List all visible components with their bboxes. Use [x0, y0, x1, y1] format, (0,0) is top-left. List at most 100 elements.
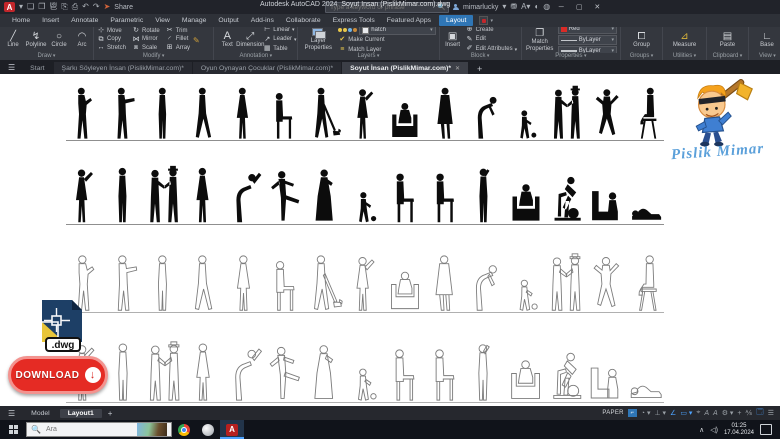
table-tool[interactable]: ▦Table — [263, 45, 296, 53]
match-properties-tool[interactable]: ❐Match Properties — [525, 28, 555, 52]
panel-block-label[interactable]: Block — [440, 53, 521, 60]
object-color-dropdown[interactable]: Red ▾ — [558, 27, 617, 34]
array-tool[interactable]: ⊞Array — [166, 44, 190, 53]
new-layout-button[interactable]: + — [102, 409, 119, 418]
edit-block-tool[interactable]: ✎Edit — [466, 36, 518, 45]
layer-plot-icon[interactable] — [353, 28, 357, 32]
make-current-tool[interactable]: ✔Make Current — [338, 36, 435, 45]
match-layer-tool[interactable]: ≡Match Layer — [338, 46, 435, 53]
layer-freeze-icon[interactable] — [343, 28, 347, 32]
create-block-tool[interactable]: ⊕Create — [466, 27, 518, 35]
rotate-tool[interactable]: ↻Rotate — [132, 27, 160, 36]
search-highlight-thumbnail[interactable] — [137, 423, 167, 436]
polyline-tool[interactable]: ↯Polyline — [26, 31, 46, 49]
file-tab-ark-s-yleyen-i-nsan-pislikmimar-com[interactable]: Şarkı Söyleyen İnsan (PislikMimar.com)* — [54, 62, 192, 74]
model-paper-toggle[interactable]: ⌐ — [628, 409, 637, 417]
layout-menu-icon[interactable]: ☰ — [0, 409, 23, 418]
plot-icon[interactable]: ⎙ — [72, 2, 78, 12]
signed-in-user[interactable]: mimarlucky — [463, 4, 498, 11]
save-as-icon[interactable]: ⎘ — [61, 2, 67, 12]
panel-layers-label[interactable]: Layers — [298, 53, 438, 60]
minimize-button[interactable]: ─ — [554, 4, 568, 11]
taskbar-chrome-button[interactable] — [172, 420, 196, 439]
taskbar-search-input[interactable] — [44, 425, 124, 434]
taskbar-app-button[interactable] — [196, 420, 220, 439]
notifications-icon[interactable]: ◍ — [543, 2, 550, 12]
share-label[interactable]: Share — [114, 4, 133, 11]
grid-toggle-icon[interactable]: ◔ ▾ — [641, 409, 651, 417]
ribbon-tab-express-tools[interactable]: Express Tools — [327, 14, 381, 27]
customize-icon[interactable]: ☰ — [768, 409, 774, 417]
layer-select-dropdown[interactable]: hatch ▾ — [359, 27, 435, 35]
layer-properties-tool[interactable]: Layer Properties — [301, 28, 335, 51]
copy-tool[interactable]: ⧉Copy — [97, 36, 126, 45]
paste-tool[interactable]: ▤Paste — [717, 31, 737, 49]
user-avatar-icon[interactable] — [453, 4, 459, 10]
ortho-toggle-icon[interactable]: ⊥ ▾ — [654, 409, 666, 417]
panel-clipboard-label[interactable]: Clipboard — [707, 53, 748, 60]
layout-tab-layout1[interactable]: Layout1 — [60, 409, 102, 418]
mirror-tool[interactable]: ⋈Mirror — [132, 36, 160, 45]
group-tool[interactable]: ⧠Group — [632, 31, 652, 49]
ribbon-tab-annotate[interactable]: Annotate — [65, 14, 104, 27]
app-store-icon[interactable]: ⛃ — [510, 2, 517, 12]
file-tab-oyun-oynayan-ocuklar-pislikmimar-com[interactable]: Oyun Oynayan Çocuklar (PislikMimar.com)* — [193, 62, 341, 74]
new-drawing-tab-button[interactable]: + — [469, 64, 490, 74]
insert-block-tool[interactable]: ▣Insert — [443, 31, 463, 49]
linetype-dropdown[interactable]: ByLayer ▾ — [558, 35, 617, 45]
app-menu-button[interactable]: A — [4, 2, 15, 12]
undo-icon[interactable]: ↶ — [82, 2, 89, 12]
close-button[interactable]: ✕ — [590, 3, 604, 11]
ribbon-tab-add-ins[interactable]: Add-ins — [245, 14, 280, 27]
ribbon-tab-insert[interactable]: Insert — [36, 14, 65, 27]
share-icon[interactable]: ➤ — [104, 2, 111, 12]
help-icon[interactable]: ◐ — [534, 2, 539, 12]
panel-utilities-label[interactable]: Utilities — [663, 53, 706, 60]
units-icon[interactable]: ⅍ — [746, 410, 753, 417]
graphics-performance-icon[interactable]: 🗔 — [756, 408, 764, 419]
ribbon-tab-output[interactable]: Output — [212, 14, 244, 27]
file-tabs-menu-icon[interactable]: ☰ — [0, 63, 22, 74]
stretch-tool[interactable]: ↔Stretch — [97, 44, 126, 53]
panel-modify-label[interactable]: Modify — [94, 53, 213, 60]
layer-on-icon[interactable] — [338, 28, 342, 32]
erase-tool-icon[interactable]: ✎ — [193, 36, 200, 45]
edit-attributes-tool[interactable]: ✐Edit Attributes ▾ — [466, 45, 518, 53]
text-tool[interactable]: AText — [217, 31, 237, 49]
panel-draw-label[interactable]: Draw — [0, 53, 93, 60]
annotation-scale-icon[interactable]: A — [704, 410, 709, 417]
arc-tool[interactable]: ◠Arc — [72, 31, 92, 49]
circle-tool[interactable]: ○Circle — [49, 31, 69, 49]
layout-tab-model[interactable]: Model — [23, 409, 58, 418]
drawing-canvas[interactable]: Pislik Mimar .dwg DOWNLOAD ↓ — [0, 74, 780, 406]
open-file-icon[interactable]: ❐ — [38, 2, 45, 12]
save-icon[interactable]: ⾿ — [49, 2, 57, 12]
taskbar-autocad-button[interactable]: A — [220, 420, 244, 439]
tray-expand-icon[interactable]: ∧ — [699, 426, 704, 434]
trim-tool[interactable]: ✂Trim — [166, 27, 190, 36]
linear-tool[interactable]: ⊢Linear ▾ — [263, 27, 296, 35]
move-tool[interactable]: ⊹Move — [97, 27, 126, 36]
fillet-tool[interactable]: ◜Fillet — [166, 36, 190, 45]
panel-properties-label[interactable]: Properties — [522, 53, 620, 60]
ribbon-tab-parametric[interactable]: Parametric — [104, 14, 149, 27]
ribbon-tab-layout[interactable]: Layout — [439, 15, 473, 26]
volume-icon[interactable]: ◁) — [710, 426, 718, 434]
workspace-gear-icon[interactable]: ⚙ ▾ — [722, 409, 734, 417]
taskbar-clock[interactable]: 01:25 17.04.2024 — [724, 423, 754, 437]
line-tool[interactable]: ╱Line — [3, 31, 23, 49]
paper-space-label[interactable]: PAPER — [602, 410, 623, 416]
maximize-button[interactable]: ▢ — [572, 3, 586, 11]
annotation-add-icon[interactable]: + — [737, 410, 741, 417]
base-view-tool[interactable]: ∟Base — [757, 31, 777, 49]
action-center-icon[interactable] — [760, 424, 772, 435]
ribbon-tab-manage[interactable]: Manage — [176, 14, 213, 27]
annotation-visibility-icon[interactable]: A — [713, 410, 718, 417]
close-tab-icon[interactable]: ✕ — [455, 65, 460, 72]
ribbon-tab-collaborate[interactable]: Collaborate — [280, 14, 327, 27]
autodesk-apps-icon[interactable]: A▾ — [521, 2, 530, 12]
leader-tool[interactable]: ↗Leader ▾ — [263, 36, 296, 45]
start-button[interactable] — [0, 420, 26, 439]
file-tab-start[interactable]: Start — [22, 62, 52, 74]
panel-view-label[interactable]: View — [749, 53, 780, 60]
